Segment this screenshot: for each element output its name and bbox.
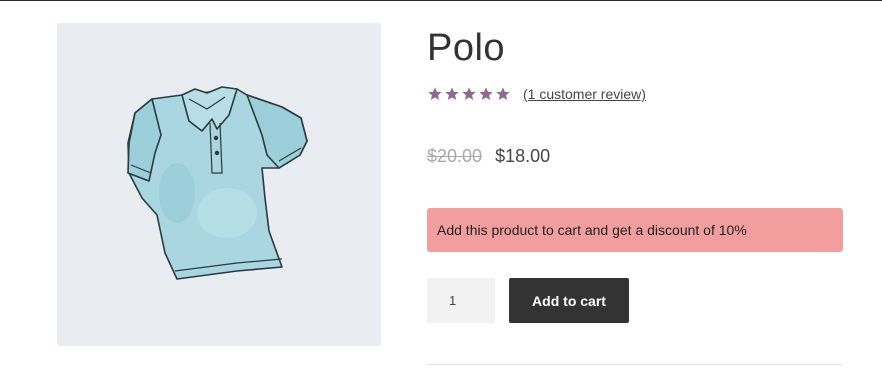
product-title: Polo bbox=[427, 27, 506, 69]
sale-price: $18.00 bbox=[495, 146, 551, 166]
customer-review-link[interactable]: (1 customer review) bbox=[523, 86, 646, 102]
regular-price: $20.00 bbox=[427, 146, 483, 166]
discount-notice: Add this product to cart and get a disco… bbox=[427, 208, 843, 252]
star-icon bbox=[428, 87, 442, 100]
product-image-gallery[interactable] bbox=[57, 23, 381, 346]
star-icon bbox=[462, 87, 476, 100]
top-border bbox=[0, 0, 882, 1]
quantity-input[interactable] bbox=[427, 278, 495, 323]
polo-shirt-image bbox=[127, 86, 308, 280]
star-rating bbox=[427, 86, 511, 102]
product-price: $20.00 $18.00 bbox=[427, 146, 550, 167]
star-icon bbox=[479, 87, 493, 100]
product-rating: (1 customer review) bbox=[427, 84, 646, 104]
divider bbox=[427, 364, 843, 365]
star-icon bbox=[445, 87, 459, 100]
add-to-cart-button[interactable]: Add to cart bbox=[509, 278, 629, 323]
star-icon bbox=[496, 87, 510, 100]
